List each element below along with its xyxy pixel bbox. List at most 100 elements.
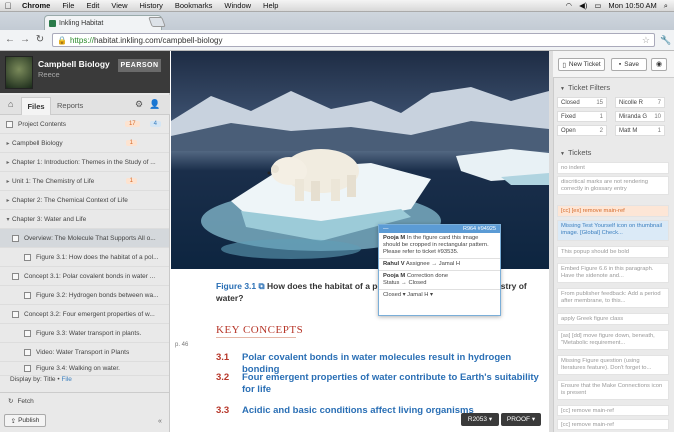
- ticket-filters-header[interactable]: ▼ Ticket Filters: [560, 83, 610, 92]
- figure-number[interactable]: Figure 3.1: [216, 281, 256, 291]
- collapse-icon[interactable]: —: [383, 226, 389, 232]
- menu-edit[interactable]: Edit: [80, 1, 105, 10]
- tree-row[interactable]: ▸ Unit 1: The Chemistry of Life 1: [0, 172, 169, 191]
- caret-right-icon[interactable]: ▸: [4, 178, 12, 185]
- display-by-file-option[interactable]: File: [61, 376, 71, 383]
- ticket-item[interactable]: [cc] remove main-ref: [557, 405, 669, 416]
- ticket-item[interactable]: [cc] remove main-ref: [557, 419, 669, 430]
- caret-right-icon[interactable]: ▸: [4, 197, 12, 204]
- menu-window[interactable]: Window: [218, 1, 257, 10]
- ticket-ids[interactable]: R964 #94925: [463, 226, 496, 232]
- tree-row[interactable]: Figure 3.3: Water transport in plants.: [0, 324, 169, 343]
- tree-row-label: Overview: The Molecule That Supports All…: [24, 234, 156, 242]
- wifi-icon[interactable]: ◠: [566, 1, 573, 10]
- fetch-button[interactable]: ↻ Fetch: [0, 392, 169, 409]
- ticket-item[interactable]: This popup should be bold: [557, 246, 669, 258]
- caret-right-icon[interactable]: ▸: [4, 140, 12, 147]
- filter-miranda-g[interactable]: Miranda G 10: [615, 111, 665, 122]
- figure-link-icon[interactable]: ⧉: [259, 281, 265, 291]
- forward-icon[interactable]: →: [19, 33, 31, 47]
- tree-row-label: Chapter 2: The Chemical Context of Life: [12, 196, 128, 204]
- tree-row[interactable]: Concept 3.1: Polar covalent bonds in wat…: [0, 267, 169, 286]
- tree-row[interactable]: Figure 3.1: How does the habitat of a po…: [0, 248, 169, 267]
- tree-row[interactable]: ▸ Chapter 1: Introduction: Themes in the…: [0, 153, 169, 172]
- display-by-label: Display by:: [10, 376, 42, 383]
- battery-icon[interactable]: ▭: [594, 1, 601, 10]
- collapse-sidebar-icon[interactable]: «: [158, 418, 162, 425]
- ticket-item[interactable]: Embed Figure 6.6 in this paragraph. Have…: [557, 263, 669, 283]
- tickets-header[interactable]: ▼ Tickets: [560, 148, 591, 157]
- publish-button[interactable]: ⇪ Publish: [4, 414, 46, 427]
- save-button[interactable]: ▪ Save: [611, 58, 647, 71]
- ticket-item-highlighted[interactable]: [cc] [ex] remove main-ref: [557, 205, 669, 217]
- ticket-footer[interactable]: Closed ▾ Jamal H ▾: [379, 290, 500, 301]
- tree-row-label: Chapter 3: Water and Life: [12, 215, 87, 223]
- comment-text: Correction done: [406, 273, 449, 279]
- ticket-item[interactable]: Ensure that the Make Connections icon is…: [557, 380, 669, 400]
- tree-row[interactable]: ▾ Chapter 3: Water and Life: [0, 210, 169, 229]
- filter-fixed[interactable]: Fixed 1: [557, 111, 607, 122]
- ticket-item-selected[interactable]: Missing Test Yourself icon on thumbnail …: [557, 220, 669, 241]
- new-ticket-button[interactable]: ▯ New Ticket: [558, 58, 605, 71]
- ticket-item[interactable]: no indent: [557, 162, 669, 174]
- tab-files[interactable]: Files: [21, 97, 51, 115]
- tree-row[interactable]: ▸ Campbell Biology 1: [0, 134, 169, 153]
- menu-file[interactable]: File: [56, 1, 80, 10]
- menu-bookmarks[interactable]: Bookmarks: [169, 1, 219, 10]
- filter-closed[interactable]: Closed 15: [557, 97, 607, 108]
- ticket-item[interactable]: [as] [dd] move figure down, beneath, "Me…: [557, 330, 669, 350]
- browser-tab[interactable]: Inkling Habitat ×: [44, 15, 162, 30]
- menu-view[interactable]: View: [105, 1, 133, 10]
- filter-label: Closed: [561, 99, 580, 106]
- ticket-item[interactable]: From publisher feedback: Add a period af…: [557, 288, 669, 308]
- tree-row[interactable]: Concept 3.2: Four emergent properties of…: [0, 305, 169, 324]
- tree-row-label: Video: Water Transport in Plants: [36, 348, 130, 356]
- ticket-item[interactable]: Missing Figure question (using Iterature…: [557, 355, 669, 375]
- volume-icon[interactable]: ◀): [579, 1, 587, 10]
- caret-right-icon[interactable]: ▸: [4, 159, 12, 166]
- tree-row-project-contents[interactable]: Project Contents 17 4: [0, 115, 169, 134]
- wrench-icon[interactable]: 🔧: [660, 33, 672, 47]
- gear-icon[interactable]: ⚙: [135, 99, 143, 110]
- tree-row-label: Concept 3.1: Polar covalent bonds in wat…: [24, 272, 156, 280]
- reload-icon[interactable]: ↻: [34, 33, 46, 47]
- ticket-item[interactable]: discritical marks are not rendering corr…: [557, 176, 669, 195]
- display-by-title-option[interactable]: Title: [44, 376, 56, 383]
- tree-row-selected[interactable]: Overview: The Molecule That Supports All…: [0, 229, 169, 248]
- image-icon: [24, 329, 31, 337]
- filter-count: 10: [654, 113, 661, 120]
- address-bar[interactable]: 🔒 https:// habitat.inkling.com/campbell-…: [52, 33, 655, 47]
- tree-row[interactable]: Figure 3.4: Walking on water.: [0, 362, 169, 376]
- filter-label: Fixed: [561, 113, 576, 120]
- revision-dropdown[interactable]: R2053 ▾: [461, 413, 499, 426]
- bookmark-star-icon[interactable]: ☆: [642, 35, 650, 46]
- filter-open[interactable]: Open 2: [557, 125, 607, 136]
- apple-icon[interactable]: : [0, 1, 16, 11]
- back-icon[interactable]: ←: [4, 33, 16, 47]
- user-icon[interactable]: 👤: [149, 99, 160, 110]
- tree-row[interactable]: Figure 3.2: Hydrogen bonds between wa...: [0, 286, 169, 305]
- publisher-badge: PEARSON: [118, 59, 161, 72]
- tree-row-label: Figure 3.3: Water transport in plants.: [36, 329, 142, 337]
- caret-down-icon[interactable]: ▾: [4, 216, 12, 223]
- spotlight-icon[interactable]: ⌕: [664, 1, 668, 11]
- document-icon: [6, 120, 13, 128]
- home-icon[interactable]: ⌂: [8, 99, 13, 109]
- fetch-label: Fetch: [17, 397, 34, 405]
- proof-dropdown[interactable]: PROOF ▾: [501, 413, 541, 426]
- tree-row[interactable]: ▸ Chapter 2: The Chemical Context of Lif…: [0, 191, 169, 210]
- ticket-item[interactable]: apply Greek figure class: [557, 313, 669, 325]
- ticket-popup[interactable]: — R964 #94925 Pooja M In the figure card…: [378, 224, 501, 316]
- menu-history[interactable]: History: [134, 1, 169, 10]
- tree-row[interactable]: Video: Water Transport in Plants: [0, 343, 169, 362]
- menu-help[interactable]: Help: [257, 1, 284, 10]
- menu-app[interactable]: Chrome: [16, 1, 56, 10]
- divider: [216, 337, 296, 338]
- eye-icon[interactable]: ◉: [651, 58, 667, 71]
- filter-matt-m[interactable]: Matt M 1: [615, 125, 665, 136]
- filter-nicolle-r[interactable]: Nicolle R 7: [615, 97, 665, 108]
- tab-reports[interactable]: Reports: [57, 101, 83, 110]
- key-concept-item[interactable]: 3.2 Four emergent properties of water co…: [216, 372, 548, 396]
- comment-text: Assignee → Jamal H: [405, 261, 461, 267]
- menubar-clock[interactable]: Mon 10:50 AM: [608, 1, 656, 10]
